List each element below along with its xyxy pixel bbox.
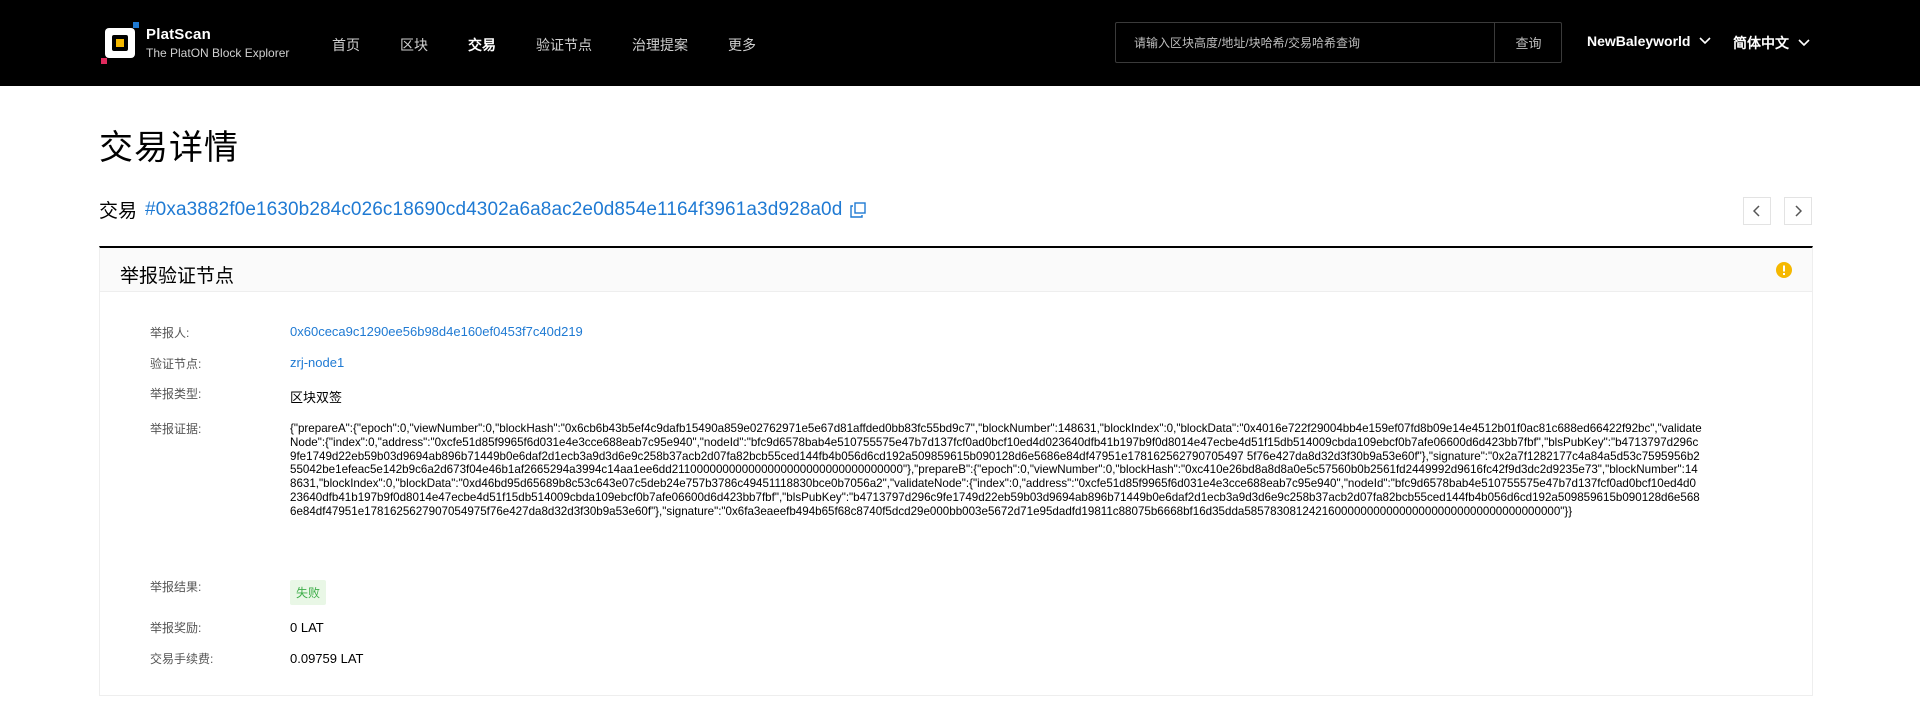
chevron-left-icon	[1753, 205, 1760, 217]
validator-node-link[interactable]: zrj-node1	[290, 355, 344, 370]
report-evidence-label: 举报证据:	[150, 422, 202, 436]
report-type-value: 区块双签	[290, 390, 343, 405]
report-type-label: 举报类型:	[150, 387, 202, 401]
reporter-address-link[interactable]: 0x60ceca9c1290ee56b98d4e160ef0453f7c40d2…	[290, 324, 583, 339]
page-title: 交易详情	[99, 129, 239, 167]
next-transaction-button[interactable]	[1784, 197, 1812, 225]
reporter-label: 举报人:	[150, 326, 190, 340]
language-label: 简体中文	[1733, 35, 1789, 51]
report-result-label: 举报结果:	[150, 580, 202, 594]
network-label: NewBaleyworld	[1587, 33, 1691, 49]
platscan-logo-icon[interactable]	[101, 22, 141, 64]
validator-node-label: 验证节点:	[150, 357, 202, 371]
nav-transactions[interactable]: 交易	[468, 35, 496, 55]
transaction-hash: #0xa3882f0e1630b284c026c18690cd4302a6a8a…	[145, 198, 843, 220]
nav-blocks[interactable]: 区块	[400, 35, 428, 55]
report-evidence-value: {"prepareA":{"epoch":0,"viewNumber":0,"b…	[290, 422, 1702, 518]
warning-icon[interactable]	[1776, 262, 1792, 278]
chevron-down-icon	[1798, 39, 1810, 47]
brand-name[interactable]: PlatScan	[146, 26, 211, 43]
nav-validators[interactable]: 验证节点	[536, 35, 592, 55]
transaction-fee-label: 交易手续费:	[150, 652, 214, 666]
report-reward-label: 举报奖励:	[150, 621, 202, 635]
nav-home[interactable]: 首页	[332, 35, 360, 55]
brand-subtitle: The PlatON Block Explorer	[146, 46, 290, 60]
status-badge: 失败	[290, 580, 327, 605]
transaction-fee-value: 0.09759 LAT	[290, 651, 364, 666]
nav-more[interactable]: 更多	[728, 35, 756, 55]
card-title: 举报验证节点	[120, 266, 235, 287]
report-validator-card: 举报验证节点 举报人: 0x60ceca9c1290ee56b98d4e160e…	[99, 246, 1813, 696]
language-dropdown[interactable]: 简体中文	[1733, 33, 1810, 53]
search-input[interactable]	[1116, 23, 1494, 62]
search-button[interactable]: 查询	[1494, 23, 1562, 62]
search-box: 查询	[1115, 22, 1562, 63]
transaction-label: 交易	[99, 201, 138, 222]
report-reward-value: 0 LAT	[290, 620, 324, 635]
card-header: 举报验证节点	[100, 248, 1812, 292]
copy-icon[interactable]	[850, 201, 867, 218]
nav-proposals[interactable]: 治理提案	[632, 35, 688, 55]
chevron-down-icon	[1699, 37, 1712, 45]
top-header: PlatScan The PlatON Block Explorer 首页 区块…	[0, 0, 1920, 86]
chevron-right-icon	[1795, 205, 1802, 217]
previous-transaction-button[interactable]	[1743, 197, 1771, 225]
transaction-hash-line: 交易 #0xa3882f0e1630b284c026c18690cd4302a6…	[99, 196, 867, 223]
network-dropdown[interactable]: NewBaleyworld	[1587, 33, 1712, 49]
